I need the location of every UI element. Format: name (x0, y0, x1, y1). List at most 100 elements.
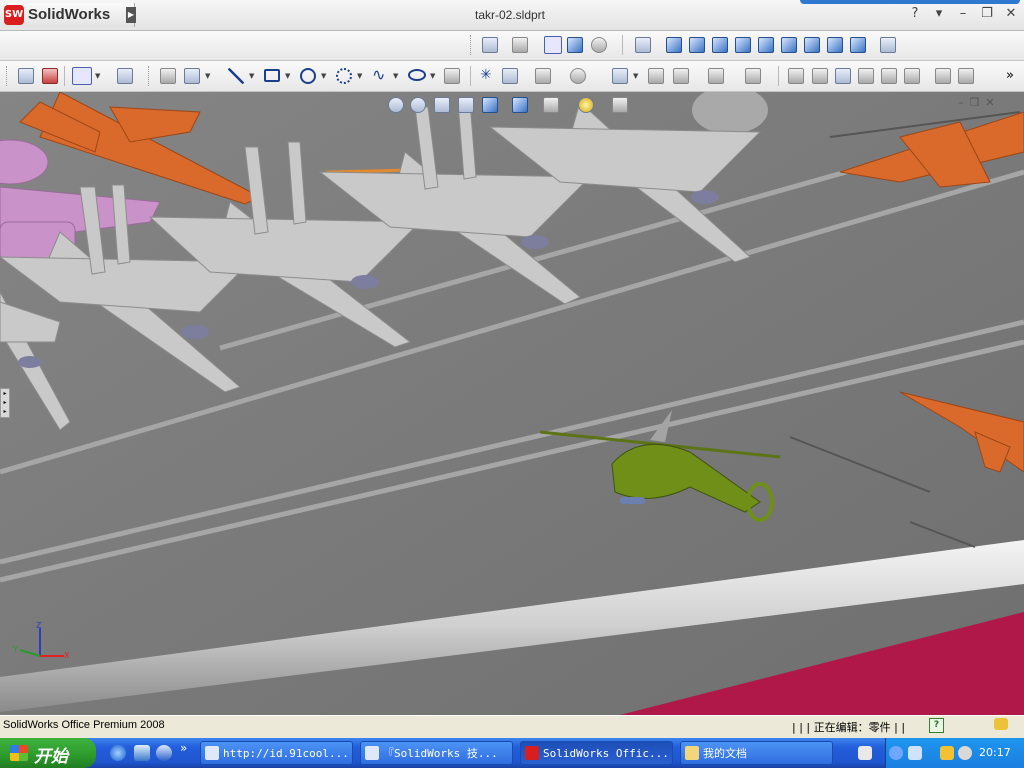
close-button[interactable]: ✕ (1004, 6, 1018, 21)
arc-dropdown-icon[interactable]: ▼ (357, 72, 362, 80)
menu-expand-arrow-icon[interactable]: ▶ (126, 7, 136, 23)
left-view-icon[interactable] (712, 37, 728, 53)
zoom-to-fit-icon[interactable] (388, 97, 404, 113)
spline-icon[interactable]: ∿ (372, 67, 388, 84)
revolve-icon[interactable] (835, 68, 851, 84)
zoom-to-area-icon[interactable] (410, 97, 426, 113)
sketch-plane-icon[interactable] (160, 68, 176, 84)
start-button[interactable]: 开始 (0, 738, 96, 768)
toolbar-grip[interactable] (470, 35, 474, 55)
cut-icon[interactable] (904, 68, 920, 84)
rotate-icon[interactable] (673, 68, 689, 84)
feature-icon[interactable] (788, 68, 804, 84)
construction-icon[interactable] (502, 68, 518, 84)
view-orientation-icon[interactable] (482, 97, 498, 113)
help-button[interactable]: ? (908, 6, 922, 21)
viewport-restore-button[interactable]: ❐ (970, 96, 980, 109)
taskbar-item-solidworks[interactable]: SolidWorks Offic... (520, 741, 673, 765)
point-icon[interactable]: ✳ (480, 68, 496, 84)
normal-to-icon[interactable] (635, 37, 651, 53)
select-icon[interactable] (72, 67, 92, 85)
sketch-icon[interactable] (482, 37, 498, 53)
quicklaunch-overflow-icon[interactable]: » (180, 741, 187, 755)
volume-icon[interactable] (958, 746, 972, 760)
graphics-area[interactable] (0, 92, 1024, 715)
grid-icon[interactable] (117, 68, 133, 84)
dimetric-icon[interactable] (850, 37, 866, 53)
right-view-icon[interactable] (735, 37, 751, 53)
feature-manager-expand-tab[interactable]: ▸ ▸ ▸ (0, 388, 10, 418)
view-settings-icon[interactable] (612, 97, 628, 113)
sweep-icon[interactable] (858, 68, 874, 84)
apply-scene-icon[interactable] (578, 97, 594, 113)
ellipse-dropdown-icon[interactable]: ▼ (430, 72, 435, 80)
fillet-icon[interactable] (444, 68, 460, 84)
hide-show-items-icon[interactable] (543, 97, 559, 113)
shell-icon[interactable] (958, 68, 974, 84)
rebuild-icon[interactable] (512, 37, 528, 53)
smart-dimension-icon[interactable] (184, 68, 200, 84)
section-view-icon[interactable] (458, 97, 474, 113)
hidden-lines-icon[interactable] (591, 37, 607, 53)
arc-icon[interactable] (336, 68, 352, 84)
solidworks-logo-icon: SW (4, 5, 24, 25)
status-help-icon[interactable]: ? (929, 718, 944, 733)
taskbar-item-my-documents[interactable]: 我的文档 (680, 741, 833, 765)
rectangle-icon[interactable] (264, 69, 280, 82)
isometric-icon[interactable] (804, 37, 820, 53)
trimetric-icon[interactable] (827, 37, 843, 53)
taskbar-item-forum[interactable]: 『SolidWorks 技... (360, 741, 513, 765)
viewport-close-button[interactable]: ✕ (985, 96, 994, 109)
app-menu-button[interactable]: SW SolidWorks ▶ (2, 3, 136, 27)
previous-view-icon[interactable] (434, 97, 450, 113)
options-icon[interactable] (42, 68, 58, 84)
view-display-icon[interactable] (544, 36, 562, 54)
back-view-icon[interactable] (689, 37, 705, 53)
viewport-minimize-button[interactable]: – (958, 96, 964, 109)
properties-icon[interactable] (18, 68, 34, 84)
show-desktop-icon[interactable] (156, 745, 172, 761)
mirror-dropdown-icon[interactable]: ▼ (633, 72, 638, 80)
toolbar-overflow-icon[interactable]: » (1006, 68, 1014, 83)
taskbar-item-browser[interactable]: http://id.91cool... (200, 741, 353, 765)
mirror-icon[interactable] (612, 68, 628, 84)
internet-explorer-icon[interactable] (110, 745, 126, 761)
model-render[interactable] (0, 92, 1024, 715)
dimension-dropdown-icon[interactable]: ▼ (205, 72, 210, 80)
bottom-view-icon[interactable] (781, 37, 797, 53)
loft-icon[interactable] (881, 68, 897, 84)
ellipse-icon[interactable] (408, 69, 426, 81)
toolbar-grip[interactable] (148, 66, 152, 86)
status-tag-icon[interactable] (994, 718, 1008, 730)
relations-icon[interactable] (745, 68, 761, 84)
line-icon[interactable] (228, 68, 244, 84)
spline-dropdown-icon[interactable]: ▼ (393, 72, 398, 80)
help-dropdown-button[interactable]: ▾ (932, 6, 946, 21)
display-style-icon[interactable] (512, 97, 528, 113)
offset-icon[interactable] (570, 68, 586, 84)
clock[interactable]: 20:17 (979, 746, 1011, 759)
front-view-icon[interactable] (666, 37, 682, 53)
hole-icon[interactable] (935, 68, 951, 84)
shaded-icon[interactable] (567, 37, 583, 53)
toolbar-sketch: ▼ ▼ ▼ ▼ ▼ ▼ ∿ ▼ ▼ ✳ ▼ » (0, 61, 1024, 92)
tray-expand-icon[interactable] (889, 746, 903, 760)
top-view-icon[interactable] (758, 37, 774, 53)
view-selector-icon[interactable] (880, 37, 896, 53)
network-icon[interactable] (908, 746, 922, 760)
restore-button[interactable]: ❐ (980, 6, 994, 21)
move-icon[interactable] (648, 68, 664, 84)
select-dropdown-icon[interactable]: ▼ (95, 72, 100, 80)
toolbar-grip[interactable] (6, 66, 10, 86)
rectangle-dropdown-icon[interactable]: ▼ (285, 72, 290, 80)
pattern-icon[interactable] (708, 68, 724, 84)
extrude-icon[interactable] (812, 68, 828, 84)
trim-icon[interactable] (535, 68, 551, 84)
line-dropdown-icon[interactable]: ▼ (249, 72, 254, 80)
keyboard-icon[interactable] (858, 746, 872, 760)
circle-icon[interactable] (300, 68, 316, 84)
circle-dropdown-icon[interactable]: ▼ (321, 72, 326, 80)
quicklaunch-app-icon[interactable] (134, 745, 150, 761)
security-icon[interactable] (940, 746, 954, 760)
minimize-button[interactable]: – (956, 6, 970, 21)
